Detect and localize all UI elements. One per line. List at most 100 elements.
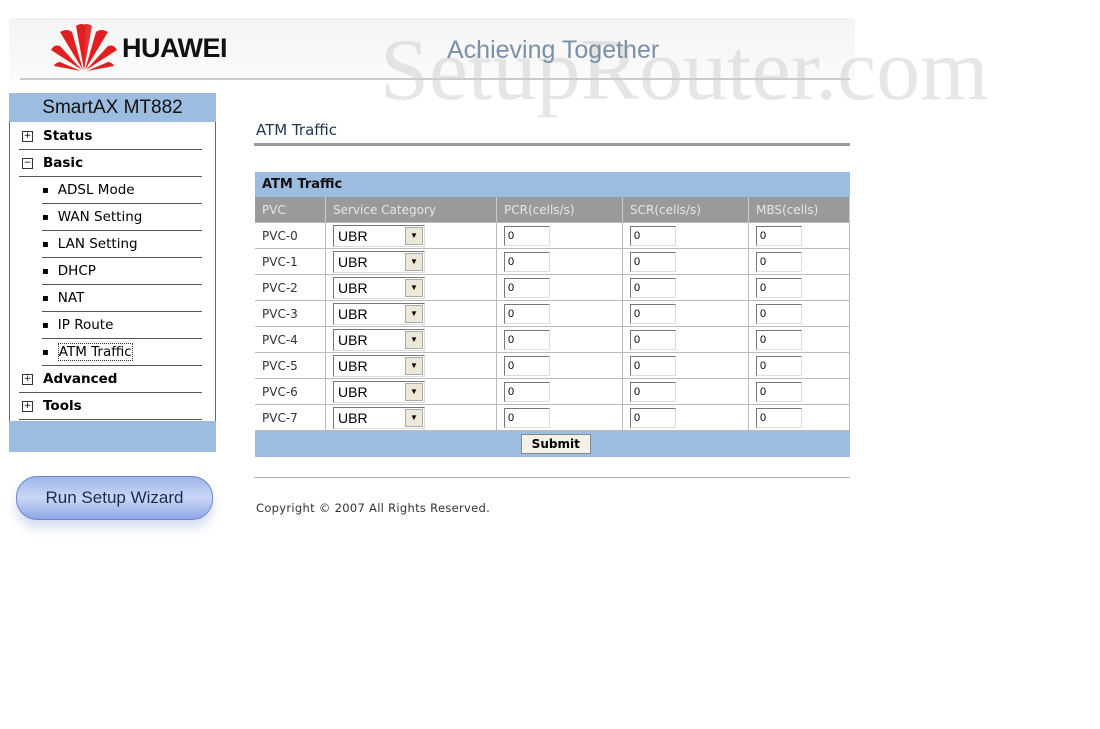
dropdown-arrow-icon[interactable]: ▼	[405, 278, 423, 297]
table-row: PVC-2 UBR ▼	[255, 274, 850, 301]
pcr-input[interactable]	[504, 303, 550, 324]
mbs-input[interactable]	[756, 355, 802, 376]
service-category-select[interactable]: UBR ▼	[333, 380, 425, 403]
dropdown-arrow-icon[interactable]: ▼	[405, 226, 423, 245]
expand-icon: +	[22, 373, 33, 385]
sidebar-footer	[9, 421, 216, 452]
pvc-label: PVC-5	[255, 352, 326, 379]
atm-traffic-table: ATM Traffic PVC Service Category PCR(cel…	[255, 172, 850, 457]
pcr-input[interactable]	[504, 225, 550, 246]
mbs-input[interactable]	[756, 407, 802, 428]
pcr-input[interactable]	[504, 381, 550, 402]
page-title: ATM Traffic	[256, 121, 338, 139]
table-caption: ATM Traffic	[255, 172, 850, 197]
scr-input[interactable]	[630, 355, 676, 376]
sidebar-item-status[interactable]: + Status	[19, 123, 202, 150]
scr-input[interactable]	[630, 303, 676, 324]
bullet-icon: ▪	[42, 346, 49, 358]
pcr-input[interactable]	[504, 277, 550, 298]
sidebar-item-label: IP Route	[57, 317, 114, 333]
sidebar-menu: + Status − Basic ▪ ADSL Mode ▪ WAN Setting ▪ LAN …	[9, 122, 216, 421]
expand-icon: +	[22, 400, 33, 412]
pcr-input[interactable]	[504, 355, 550, 376]
scr-input[interactable]	[630, 277, 676, 298]
dropdown-arrow-icon[interactable]: ▼	[405, 330, 423, 349]
pcr-input[interactable]	[504, 251, 550, 272]
mbs-input[interactable]	[756, 303, 802, 324]
sidebar-item-wan-setting[interactable]: ▪ WAN Setting	[42, 204, 202, 231]
mbs-input[interactable]	[756, 381, 802, 402]
sidebar-item-basic[interactable]: − Basic	[19, 150, 202, 177]
service-category-select[interactable]: UBR ▼	[333, 328, 425, 351]
bullet-icon: ▪	[42, 211, 49, 223]
service-category-select[interactable]: UBR ▼	[333, 302, 425, 325]
selected-value: UBR	[338, 253, 368, 270]
table-row: PVC-5 UBR ▼	[255, 352, 850, 379]
mbs-input[interactable]	[756, 251, 802, 272]
sidebar-item-label: ATM Traffic	[57, 343, 133, 361]
table-row: PVC-6 UBR ▼	[255, 378, 850, 405]
col-header-service-category: Service Category	[325, 197, 497, 223]
pvc-label: PVC-6	[255, 378, 326, 405]
scr-input[interactable]	[630, 381, 676, 402]
sidebar-item-adsl-mode[interactable]: ▪ ADSL Mode	[42, 177, 202, 204]
pvc-label: PVC-2	[255, 274, 326, 301]
collapse-icon: −	[22, 157, 33, 169]
slogan: Achieving Together	[447, 36, 660, 64]
scr-input[interactable]	[630, 251, 676, 272]
pcr-input[interactable]	[504, 407, 550, 428]
sidebar-item-label: ADSL Mode	[57, 182, 135, 198]
sidebar-item-dhcp[interactable]: ▪ DHCP	[42, 258, 202, 285]
run-setup-wizard-button[interactable]: Run Setup Wizard	[16, 476, 213, 520]
sidebar-item-label: Tools	[43, 398, 82, 414]
col-header-scr: SCR(cells/s)	[622, 197, 749, 223]
copyright: Copyright © 2007 All Rights Reserved.	[256, 501, 491, 515]
col-header-pcr: PCR(cells/s)	[496, 197, 623, 223]
sidebar-item-ip-route[interactable]: ▪ IP Route	[42, 312, 202, 339]
selected-value: UBR	[338, 409, 368, 426]
sidebar-item-label: LAN Setting	[57, 236, 138, 252]
pvc-label: PVC-4	[255, 326, 326, 353]
pvc-label: PVC-1	[255, 248, 326, 275]
sidebar-item-nat[interactable]: ▪ NAT	[42, 285, 202, 312]
pcr-input[interactable]	[504, 329, 550, 350]
sidebar-item-tools[interactable]: + Tools	[19, 393, 202, 420]
scr-input[interactable]	[630, 407, 676, 428]
footer-divider	[254, 477, 850, 478]
scr-input[interactable]	[630, 225, 676, 246]
selected-value: UBR	[338, 331, 368, 348]
submit-button[interactable]: Submit	[520, 434, 591, 454]
sidebar-item-label: Advanced	[43, 371, 118, 387]
bullet-icon: ▪	[42, 265, 49, 277]
table-row: PVC-7 UBR ▼	[255, 404, 850, 431]
dropdown-arrow-icon[interactable]: ▼	[405, 382, 423, 401]
col-header-mbs: MBS(cells)	[748, 197, 850, 223]
dropdown-arrow-icon[interactable]: ▼	[405, 304, 423, 323]
service-category-select[interactable]: UBR ▼	[333, 250, 425, 273]
mbs-input[interactable]	[756, 277, 802, 298]
bullet-icon: ▪	[42, 238, 49, 250]
sidebar-item-advanced[interactable]: + Advanced	[19, 366, 202, 393]
service-category-select[interactable]: UBR ▼	[333, 354, 425, 377]
table-row: PVC-4 UBR ▼	[255, 326, 850, 353]
sidebar-item-lan-setting[interactable]: ▪ LAN Setting	[42, 231, 202, 258]
sidebar-item-label: Basic	[43, 155, 84, 171]
sidebar-item-atm-traffic[interactable]: ▪ ATM Traffic	[42, 339, 202, 366]
mbs-input[interactable]	[756, 329, 802, 350]
selected-value: UBR	[338, 279, 368, 296]
brand-name: HUAWEI	[122, 33, 228, 63]
scr-input[interactable]	[630, 329, 676, 350]
dropdown-arrow-icon[interactable]: ▼	[405, 408, 423, 427]
dropdown-arrow-icon[interactable]: ▼	[405, 356, 423, 375]
dropdown-arrow-icon[interactable]: ▼	[405, 252, 423, 271]
selected-value: UBR	[338, 305, 368, 322]
service-category-select[interactable]: UBR ▼	[333, 406, 425, 429]
mbs-input[interactable]	[756, 225, 802, 246]
sidebar-item-label: WAN Setting	[57, 209, 143, 225]
sidebar-item-label: NAT	[57, 290, 85, 306]
selected-value: UBR	[338, 357, 368, 374]
title-divider	[254, 143, 850, 146]
service-category-select[interactable]: UBR ▼	[333, 224, 425, 247]
selected-value: UBR	[338, 383, 368, 400]
service-category-select[interactable]: UBR ▼	[333, 276, 425, 299]
